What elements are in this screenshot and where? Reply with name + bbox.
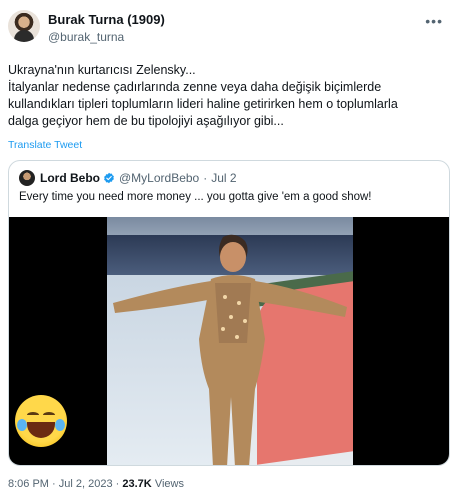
face-with-tears-of-joy-icon bbox=[15, 395, 67, 447]
performer-figure bbox=[113, 234, 347, 465]
quote-author-handle: @MyLordBebo bbox=[119, 171, 200, 185]
quote-text: Every time you need more money ... you g… bbox=[19, 191, 372, 203]
tweet-line: kullandıkları tipleri toplumların lideri… bbox=[8, 97, 398, 111]
author-block[interactable]: Burak Turna (1909) @burak_turna bbox=[48, 12, 165, 44]
meta-separator: · bbox=[52, 478, 56, 490]
quote-date: Jul 2 bbox=[211, 171, 237, 185]
video-frame[interactable] bbox=[107, 217, 353, 465]
tweet: Burak Turna (1909) @burak_turna ••• Ukra… bbox=[0, 0, 457, 500]
quote-media-video[interactable] bbox=[9, 217, 449, 465]
tweet-date[interactable]: Jul 2, 2023 bbox=[59, 478, 113, 490]
quote-avatar bbox=[19, 170, 35, 186]
tweet-meta: 8:06 PM · Jul 2, 2023 · 23.7K Views bbox=[8, 478, 184, 490]
quote-separator: · bbox=[203, 171, 208, 185]
meta-separator: · bbox=[115, 478, 120, 490]
more-icon[interactable]: ••• bbox=[425, 14, 443, 28]
tweet-time[interactable]: 8:06 PM bbox=[8, 478, 49, 490]
quote-header: Lord Bebo @MyLordBebo · Jul 2 bbox=[19, 170, 237, 186]
views-label: Views bbox=[154, 478, 184, 490]
tweet-line: dalga geçiyor hem de bu tipolojiyi aşağı… bbox=[8, 114, 284, 128]
verified-icon bbox=[104, 172, 114, 184]
quote-tweet-card[interactable]: Lord Bebo @MyLordBebo · Jul 2 Every time… bbox=[8, 160, 450, 466]
tweet-line: İtalyanlar nedense çadırlarında zenne ve… bbox=[8, 80, 382, 94]
quote-author-name: Lord Bebo bbox=[40, 171, 100, 185]
author-handle[interactable]: @burak_turna bbox=[48, 30, 165, 44]
translate-tweet-link[interactable]: Translate Tweet bbox=[8, 139, 82, 151]
avatar[interactable] bbox=[8, 10, 40, 42]
author-display-name[interactable]: Burak Turna (1909) bbox=[48, 12, 165, 27]
tweet-line: Ukrayna'nın kurtarıcısı Zelensky... bbox=[8, 63, 196, 77]
views-count[interactable]: 23.7K bbox=[122, 478, 151, 490]
tweet-text: Ukrayna'nın kurtarıcısı Zelensky... İtal… bbox=[8, 62, 448, 130]
